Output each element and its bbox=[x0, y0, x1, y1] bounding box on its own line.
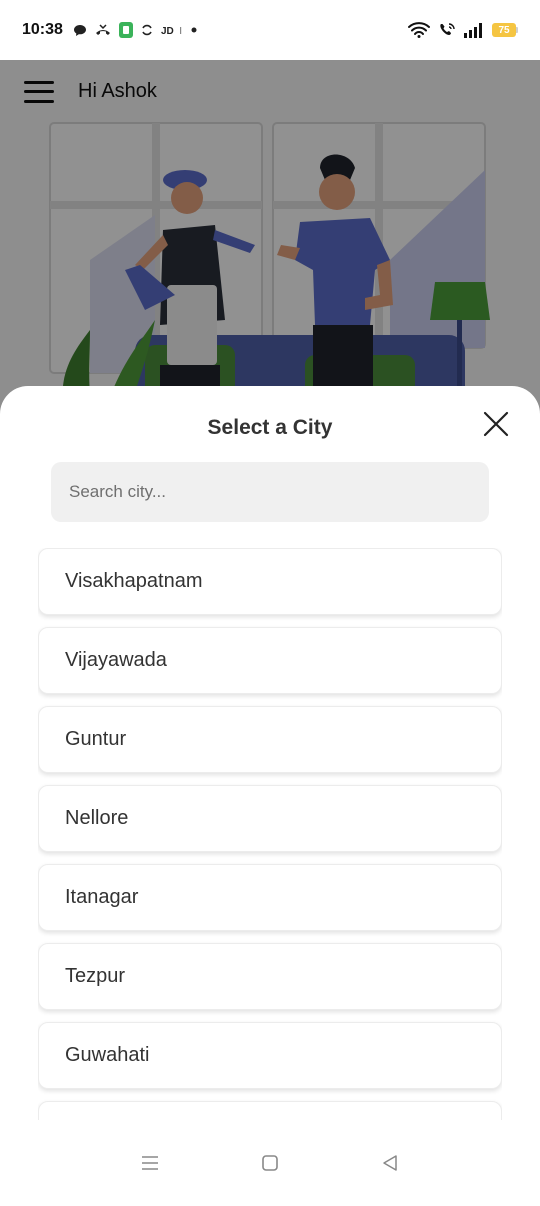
close-icon[interactable] bbox=[482, 410, 510, 438]
svg-text:JD: JD bbox=[161, 26, 174, 35]
city-item-guwahati[interactable]: Guwahati bbox=[38, 1022, 502, 1089]
battery-icon: 75 bbox=[492, 23, 518, 37]
status-time: 10:38 bbox=[22, 21, 63, 38]
chat-bubble-icon bbox=[73, 24, 87, 37]
city-item-tezpur[interactable]: Tezpur bbox=[38, 943, 502, 1010]
city-item-itanagar[interactable]: Itanagar bbox=[38, 864, 502, 931]
city-item-guntur[interactable]: Guntur bbox=[38, 706, 502, 773]
city-item-nellore[interactable]: Nellore bbox=[38, 785, 502, 852]
screen: 10:38 JD 75 Hi Ashok Select a City Searc… bbox=[0, 0, 540, 1206]
missed-call-icon bbox=[95, 24, 111, 36]
wifi-icon bbox=[408, 22, 430, 38]
city-list: Visakhapatnam Vijayawada Guntur Nellore … bbox=[38, 548, 502, 1124]
system-icons: 75 bbox=[408, 22, 518, 38]
status-bar: 10:38 JD 75 bbox=[0, 0, 540, 60]
notification-icons: JD bbox=[73, 22, 197, 38]
dot-icon bbox=[191, 27, 197, 33]
signal-icon bbox=[464, 22, 484, 38]
wifi-calling-icon bbox=[438, 22, 456, 38]
recents-icon[interactable] bbox=[130, 1143, 170, 1183]
sync-icon bbox=[141, 24, 153, 36]
search-city-input[interactable] bbox=[51, 462, 489, 522]
home-icon[interactable] bbox=[250, 1143, 290, 1183]
city-item-vijayawada[interactable]: Vijayawada bbox=[38, 627, 502, 694]
app-badge-icon bbox=[118, 22, 133, 38]
jio-icon: JD bbox=[161, 25, 183, 35]
sheet-title: Select a City bbox=[207, 416, 333, 439]
city-selector-sheet: Select a City Visakhapatnam Vijayawada G… bbox=[0, 386, 540, 1206]
back-icon[interactable] bbox=[370, 1143, 410, 1183]
battery-level: 75 bbox=[492, 23, 516, 37]
system-nav-bar bbox=[0, 1120, 540, 1206]
city-item-visakhapatnam[interactable]: Visakhapatnam bbox=[38, 548, 502, 615]
